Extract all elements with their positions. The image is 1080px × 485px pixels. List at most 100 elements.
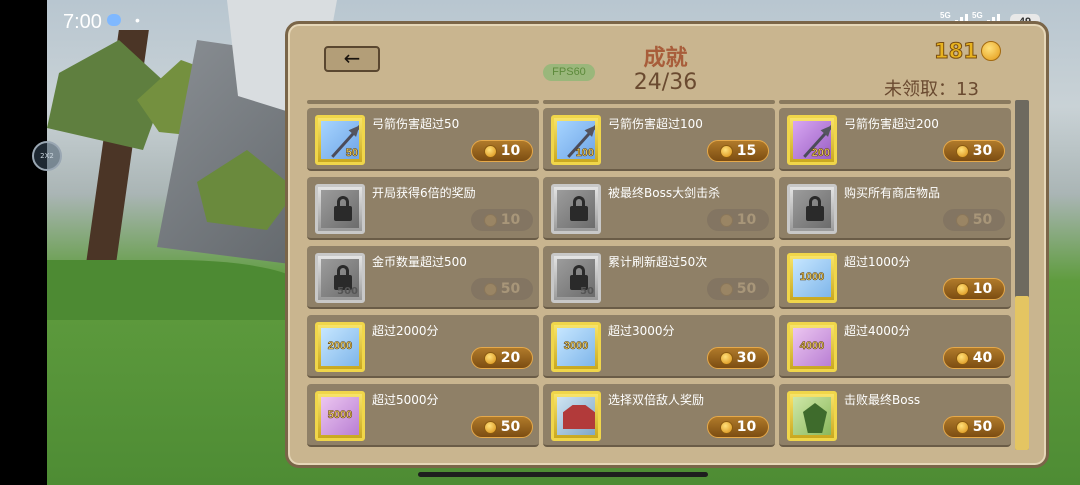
lock-icon [321, 190, 359, 228]
lock-body [806, 206, 824, 221]
coin-icon [955, 420, 969, 434]
achievement-icon-frame [551, 184, 601, 234]
double-enemy-icon [557, 397, 595, 435]
achievement-label: 累计刷新超过50次 [608, 255, 708, 269]
achievement-icon-frame: 200 [787, 115, 837, 165]
achievement-icon-frame: 2000 [315, 322, 365, 372]
achievement-icon-frame: 5000 [315, 391, 365, 441]
achievement-item: 100 弓箭伤害超过100 15 [543, 108, 775, 171]
coin-icon [719, 351, 733, 365]
claim-reward-button[interactable]: 10 [707, 416, 769, 438]
coin-icon [719, 420, 733, 434]
boss-figure [803, 403, 827, 433]
icon-value: 4000 [799, 340, 825, 353]
achievement-icon-frame: 500 [315, 253, 365, 303]
achievement-label: 击败最终Boss [844, 393, 921, 407]
achievement-icon-frame [787, 184, 837, 234]
arrow-icon: 200 [793, 121, 831, 159]
back-button[interactable]: ← [324, 46, 380, 72]
achievement-grid: 50 弓箭伤害超过50 10 100 弓箭伤害超过100 15 200 弓箭伤害超过200 30… [307, 108, 1011, 447]
home-indicator[interactable] [418, 472, 708, 477]
coin-icon [719, 213, 733, 227]
claim-reward-button[interactable]: 30 [943, 140, 1005, 162]
achievement-icon-frame: 50 [315, 115, 365, 165]
achievement-item: 击败最终Boss 50 [779, 384, 1011, 447]
lock-body [570, 206, 588, 221]
weather-icon [107, 14, 121, 26]
score-icon: 5000 [321, 397, 359, 435]
lock-icon [793, 190, 831, 228]
achievement-icon-frame: 1000 [787, 253, 837, 303]
score-icon: 2000 [321, 328, 359, 366]
claim-reward-button: 10 [471, 209, 533, 231]
achievement-item: 开局获得6倍的奖励 10 [307, 177, 539, 240]
achievement-label: 超过3000分 [608, 324, 675, 338]
coin-icon [719, 282, 733, 296]
achievement-item: 1000 超过1000分 10 [779, 246, 1011, 309]
claim-reward-button[interactable]: 10 [943, 278, 1005, 300]
achievement-label: 超过4000分 [844, 324, 911, 338]
achievement-item: 2000 超过2000分 20 [307, 315, 539, 378]
floating-assist-button[interactable]: 2X2 [32, 141, 62, 171]
list-row-edge [779, 100, 1011, 104]
claim-reward-button[interactable]: 40 [943, 347, 1005, 369]
reward-amount: 50 [972, 419, 993, 435]
achievement-item: 500 金币数量超过500 50 [307, 246, 539, 309]
reward-amount: 10 [736, 212, 757, 228]
enemy-figure [563, 405, 595, 429]
achievement-item: 3000 超过3000分 30 [543, 315, 775, 378]
boss-icon [793, 397, 831, 435]
unclaimed-count: 未领取：13 [884, 79, 979, 100]
claim-reward-button: 50 [943, 209, 1005, 231]
claim-reward-button[interactable]: 10 [471, 140, 533, 162]
score-icon: 3000 [557, 328, 595, 366]
achievement-item: 被最终Boss大剑击杀 10 [543, 177, 775, 240]
achievement-item: 200 弓箭伤害超过200 30 [779, 108, 1011, 171]
icon-value: 2000 [327, 340, 353, 353]
scrollbar-thumb[interactable] [1015, 296, 1029, 450]
achievement-item: 50 弓箭伤害超过50 10 [307, 108, 539, 171]
achievement-icon-frame [315, 184, 365, 234]
reward-amount: 50 [736, 281, 757, 297]
achievement-label: 超过2000分 [372, 324, 439, 338]
reward-amount: 10 [500, 143, 521, 159]
coin-icon [483, 144, 497, 158]
reward-amount: 30 [736, 350, 757, 366]
lock-icon: 50 [557, 259, 595, 297]
icon-value: 50 [345, 147, 358, 159]
grass-hill [47, 260, 307, 320]
reward-amount: 10 [736, 419, 757, 435]
reward-amount: 40 [972, 350, 993, 366]
achievement-progress: 24/36 [633, 70, 698, 95]
icon-value: 500 [337, 286, 358, 297]
claim-reward-button[interactable]: 50 [471, 416, 533, 438]
coin-icon [483, 282, 497, 296]
claim-reward-button[interactable]: 30 [707, 347, 769, 369]
icon-value: 200 [811, 147, 830, 159]
icon-value: 50 [580, 286, 594, 297]
claim-reward-button: 50 [707, 278, 769, 300]
list-row-edge [307, 100, 539, 104]
claim-reward-button: 10 [707, 209, 769, 231]
coin-icon [483, 420, 497, 434]
notification-dot: • [135, 12, 140, 28]
achievement-icon-frame [787, 391, 837, 441]
claim-reward-button: 50 [471, 278, 533, 300]
reward-amount: 15 [736, 143, 757, 159]
achievement-label: 弓箭伤害超过100 [608, 117, 703, 131]
icon-value: 100 [575, 147, 594, 159]
achievement-icon-frame: 100 [551, 115, 601, 165]
achievement-label: 购买所有商店物品 [844, 186, 941, 200]
icon-value: 5000 [327, 409, 353, 422]
achievement-icon-frame: 50 [551, 253, 601, 303]
lock-icon [557, 190, 595, 228]
page-title: 成就 [643, 46, 688, 71]
coin-icon [980, 41, 1001, 61]
lock-body [334, 206, 352, 221]
achievement-label: 超过5000分 [372, 393, 439, 407]
claim-reward-button[interactable]: 50 [943, 416, 1005, 438]
claim-reward-button[interactable]: 20 [471, 347, 533, 369]
claim-reward-button[interactable]: 15 [707, 140, 769, 162]
achievement-label: 弓箭伤害超过200 [844, 117, 939, 131]
coin-icon [955, 144, 969, 158]
